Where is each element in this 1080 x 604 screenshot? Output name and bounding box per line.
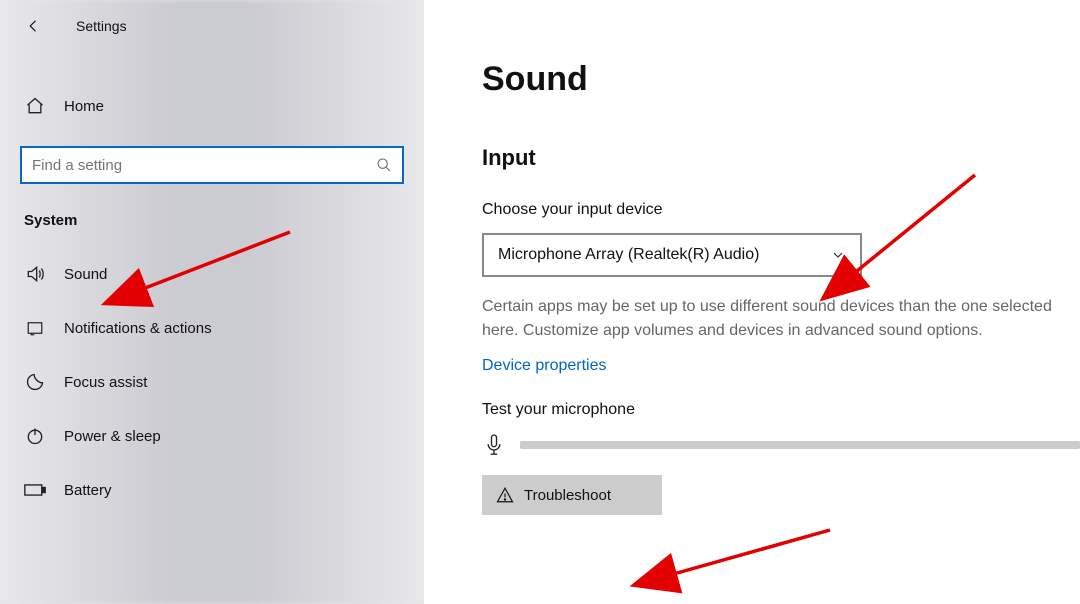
home-icon: [24, 95, 46, 117]
chevron-down-icon: [830, 247, 846, 263]
warning-icon: [496, 486, 514, 504]
power-icon: [24, 425, 46, 447]
section-header-system: System: [0, 184, 424, 239]
sidebar-item-home[interactable]: Home: [0, 80, 424, 132]
main-content: Sound Input Choose your input device Mic…: [424, 0, 1080, 604]
battery-icon: [24, 479, 46, 501]
arrow-left-icon: [25, 17, 43, 35]
input-device-dropdown[interactable]: Microphone Array (Realtek(R) Audio): [482, 233, 862, 277]
sidebar: Settings Home System: [0, 0, 424, 604]
sidebar-item-label: Focus assist: [64, 374, 147, 391]
sidebar-item-label: Sound: [64, 266, 107, 283]
sidebar-item-notifications[interactable]: Notifications & actions: [0, 301, 424, 355]
sidebar-item-battery[interactable]: Battery: [0, 463, 424, 517]
troubleshoot-button[interactable]: Troubleshoot: [482, 475, 662, 515]
search-input[interactable]: [32, 157, 376, 174]
titlebar: Settings: [0, 0, 424, 52]
sidebar-item-label: Power & sleep: [64, 428, 161, 445]
focus-assist-icon: [24, 371, 46, 393]
notifications-icon: [24, 317, 46, 339]
test-microphone-label: Test your microphone: [482, 401, 1080, 419]
sidebar-item-sound[interactable]: Sound: [0, 247, 424, 301]
app-title: Settings: [76, 18, 127, 34]
sidebar-item-focus-assist[interactable]: Focus assist: [0, 355, 424, 409]
microphone-level-row: [482, 433, 1080, 457]
sidebar-item-label: Battery: [64, 482, 112, 499]
sound-icon: [24, 263, 46, 285]
selected-device-value: Microphone Array (Realtek(R) Audio): [498, 246, 759, 264]
sidebar-item-label: Notifications & actions: [64, 320, 212, 337]
home-label: Home: [64, 98, 104, 115]
choose-input-label: Choose your input device: [482, 201, 1080, 219]
troubleshoot-label: Troubleshoot: [524, 487, 611, 504]
microphone-icon: [482, 433, 506, 457]
microphone-level-bar: [520, 441, 1080, 449]
input-section-header: Input: [482, 145, 1080, 171]
nav-list: Sound Notifications & actions Focus assi…: [0, 247, 424, 517]
device-properties-link[interactable]: Device properties: [482, 357, 607, 375]
search-icon: [376, 157, 392, 173]
input-description-text: Certain apps may be set up to use differ…: [482, 295, 1072, 343]
page-title: Sound: [482, 60, 1080, 99]
search-box[interactable]: [20, 146, 404, 184]
sidebar-item-power-sleep[interactable]: Power & sleep: [0, 409, 424, 463]
back-button[interactable]: [20, 12, 48, 40]
